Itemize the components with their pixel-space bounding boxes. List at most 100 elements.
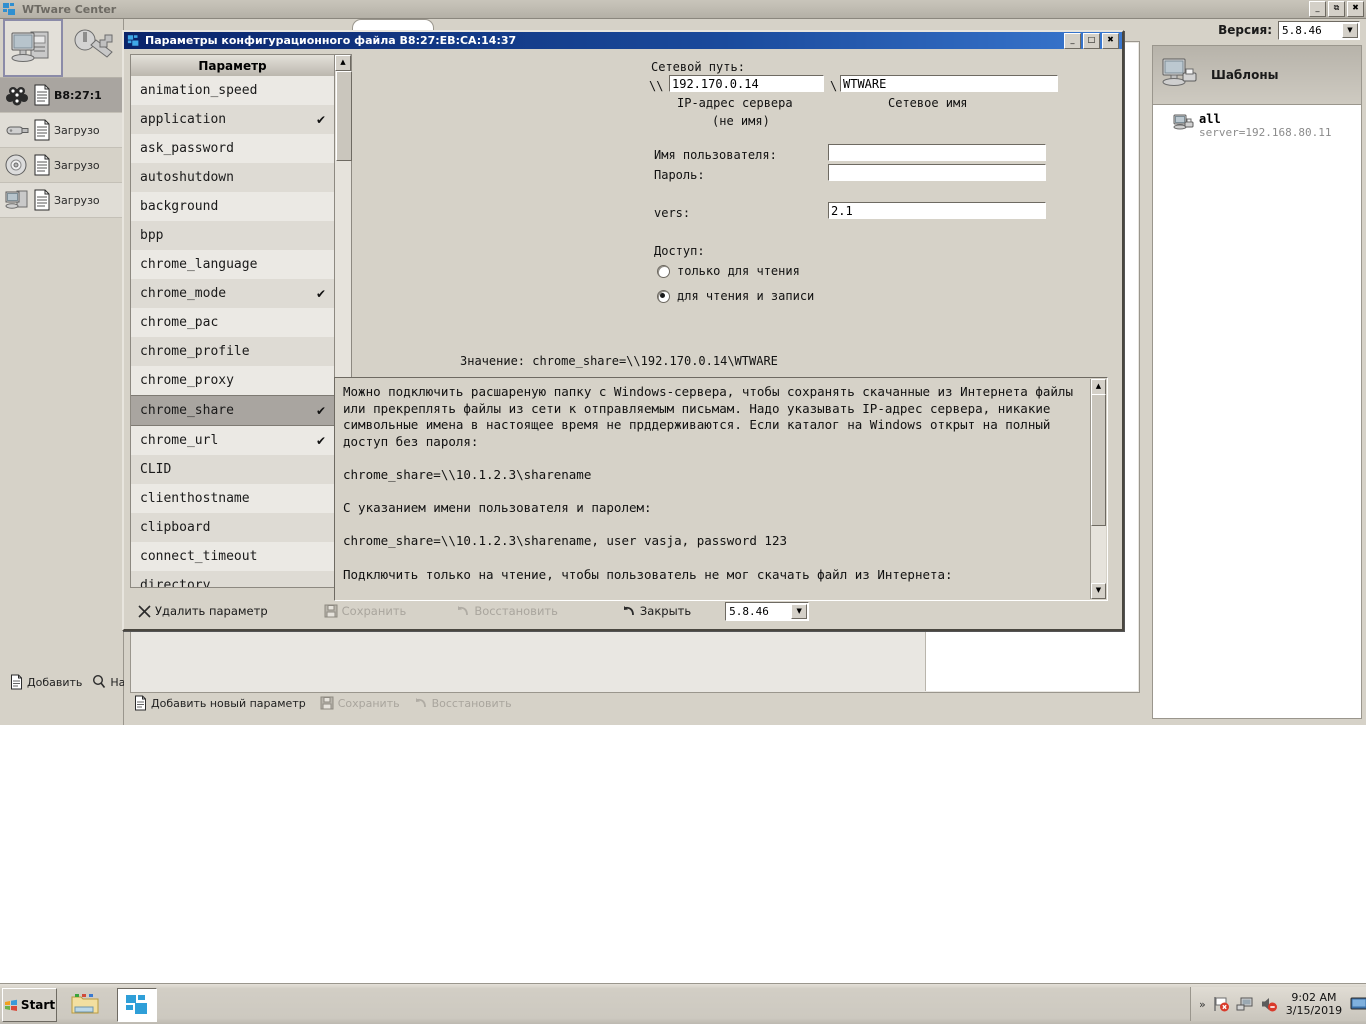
sidebar-item-label: B8:27:1: [54, 89, 102, 102]
version-select[interactable]: 5.8.46 ▼: [1278, 21, 1360, 40]
parameter-row[interactable]: application✔: [131, 105, 336, 134]
parameter-row[interactable]: connect_timeout: [131, 542, 336, 571]
clock-time: 9:02 AM: [1286, 991, 1342, 1004]
username-input[interactable]: [828, 144, 1046, 161]
access-option-readonly[interactable]: только для чтения: [657, 264, 800, 278]
dialog-titlebar[interactable]: Параметры конфигурационного файла B8:27:…: [124, 32, 1122, 49]
speaker-muted-icon[interactable]: [1260, 995, 1278, 1013]
clock-date: 3/15/2019: [1286, 1004, 1342, 1017]
scroll-down-icon[interactable]: ▼: [1091, 583, 1106, 599]
slash-separator: \: [830, 79, 837, 93]
parameter-row[interactable]: directory: [131, 571, 336, 588]
templates-header: Шаблоны: [1153, 46, 1361, 105]
file-icon: [33, 84, 51, 106]
sidebar-item-boot-pxe[interactable]: Загрузо: [0, 183, 123, 218]
scrollbar-thumb[interactable]: [336, 71, 352, 161]
version-label: Версия:: [1218, 23, 1272, 37]
parameter-row[interactable]: animation_speed: [131, 76, 336, 105]
parameter-row[interactable]: clienthostname: [131, 484, 336, 513]
app-title: WTware Center: [22, 3, 116, 16]
sidebar-item-boot-cd[interactable]: Загрузо: [0, 148, 123, 183]
access-option-readwrite-label: для чтения и записи: [677, 289, 814, 303]
app-window-controls: _ ⧉ ✖: [1309, 1, 1364, 17]
scrollbar-thumb[interactable]: [1091, 394, 1106, 526]
dialog-toolbar: Удалить параметр Сохранить: [130, 599, 1110, 623]
explorer-folder-icon[interactable]: [66, 988, 104, 1020]
terminals-view-button[interactable]: [3, 19, 63, 77]
parameter-row[interactable]: chrome_mode✔: [131, 279, 336, 308]
parameter-row[interactable]: chrome_url✔: [131, 426, 336, 455]
help-scrollbar[interactable]: ▲ ▼: [1090, 379, 1106, 599]
parameter-row[interactable]: chrome_profile: [131, 337, 336, 366]
parameter-name: clipboard: [140, 520, 210, 535]
parameter-row[interactable]: autoshutdown: [131, 163, 336, 192]
taskbar: Start »: [0, 983, 1366, 1024]
delete-parameter-label: Удалить параметр: [155, 604, 268, 618]
scroll-up-icon[interactable]: ▲: [1091, 379, 1106, 395]
parameter-name: directory: [140, 578, 210, 588]
parameter-list-header: Параметр: [130, 54, 335, 78]
parameter-name: clienthostname: [140, 491, 250, 506]
close-button[interactable]: ✖: [1347, 1, 1364, 17]
check-icon: ✔: [316, 434, 326, 448]
parameter-row[interactable]: background: [131, 192, 336, 221]
computer-icon: [9, 27, 57, 69]
sidebar-item-boot-usb[interactable]: Загрузо: [0, 113, 123, 148]
add-terminal-button[interactable]: Добавить: [10, 674, 82, 690]
restore-label: Восстановить: [432, 697, 512, 710]
taskbar-clock[interactable]: 9:02 AM 3/15/2019: [1286, 991, 1342, 1017]
chevron-down-icon[interactable]: ▼: [1342, 23, 1358, 38]
parameter-row[interactable]: chrome_proxy: [131, 366, 336, 395]
value-label: Значение:: [460, 354, 525, 368]
parameter-row[interactable]: chrome_language: [131, 250, 336, 279]
chevron-down-icon[interactable]: ▼: [791, 604, 807, 619]
system-tray: »: [1190, 987, 1366, 1021]
computer-printer-icon: [1161, 55, 1205, 95]
parameter-row[interactable]: chrome_share✔: [131, 395, 336, 426]
start-button[interactable]: Start: [2, 988, 57, 1022]
radio-selected-icon[interactable]: [657, 290, 670, 303]
sidebar-item-terminal[interactable]: B8:27:1: [0, 78, 123, 113]
flag-error-icon[interactable]: [1212, 995, 1230, 1013]
minimize-button[interactable]: _: [1064, 33, 1081, 49]
share-name-input[interactable]: WTWARE: [840, 75, 1058, 92]
check-icon: ✔: [316, 404, 326, 418]
display-icon[interactable]: [1350, 996, 1366, 1012]
parameter-row[interactable]: bpp: [131, 221, 336, 250]
parameter-row[interactable]: clipboard: [131, 513, 336, 542]
parameter-list[interactable]: animation_speedapplication✔ask_passworda…: [130, 76, 337, 588]
vers-input[interactable]: 2.1: [828, 202, 1046, 219]
sidebar-terminal-list: B8:27:1: [0, 78, 123, 218]
chevron-up-icon[interactable]: »: [1199, 998, 1206, 1011]
parameter-row[interactable]: chrome_pac: [131, 308, 336, 337]
restore-label: Восстановить: [474, 604, 558, 618]
floppy-icon: [324, 604, 338, 618]
version-row: Версия: 5.8.46 ▼: [1147, 19, 1366, 41]
undo-icon: [414, 696, 428, 710]
template-item-all[interactable]: all server=192.168.80.11: [1153, 105, 1361, 139]
close-button[interactable]: ✖: [1102, 33, 1119, 49]
add-terminal-label: Добавить: [27, 676, 82, 689]
new-file-icon: [134, 695, 147, 711]
templates-header-label: Шаблоны: [1211, 68, 1278, 82]
close-dialog-button[interactable]: Закрыть: [622, 604, 691, 618]
center-toolbar: Добавить новый параметр Сохранить: [128, 689, 512, 717]
delete-parameter-button[interactable]: Удалить параметр: [138, 604, 268, 618]
scroll-up-icon[interactable]: ▲: [335, 55, 351, 71]
parameter-row[interactable]: CLID: [131, 455, 336, 484]
add-new-parameter-button[interactable]: Добавить новый параметр: [134, 695, 306, 711]
network-icon[interactable]: [1236, 995, 1254, 1013]
dialog-version-select[interactable]: 5.8.46 ▼: [725, 602, 809, 621]
settings-view-button[interactable]: [67, 21, 123, 75]
access-option-readwrite[interactable]: для чтения и записи: [657, 289, 814, 303]
parameter-name: chrome_mode: [140, 286, 226, 301]
server-ip-input[interactable]: 192.170.0.14: [669, 75, 824, 92]
maximize-button[interactable]: □: [1083, 33, 1100, 49]
password-input[interactable]: [828, 164, 1046, 181]
parameter-row[interactable]: ask_password: [131, 134, 336, 163]
config-parameters-dialog: Параметры конфигурационного файла B8:27:…: [122, 30, 1124, 631]
radio-icon[interactable]: [657, 265, 670, 278]
restore-button[interactable]: ⧉: [1328, 1, 1345, 17]
wtware-center-icon[interactable]: [117, 988, 157, 1022]
minimize-button[interactable]: _: [1309, 1, 1326, 17]
